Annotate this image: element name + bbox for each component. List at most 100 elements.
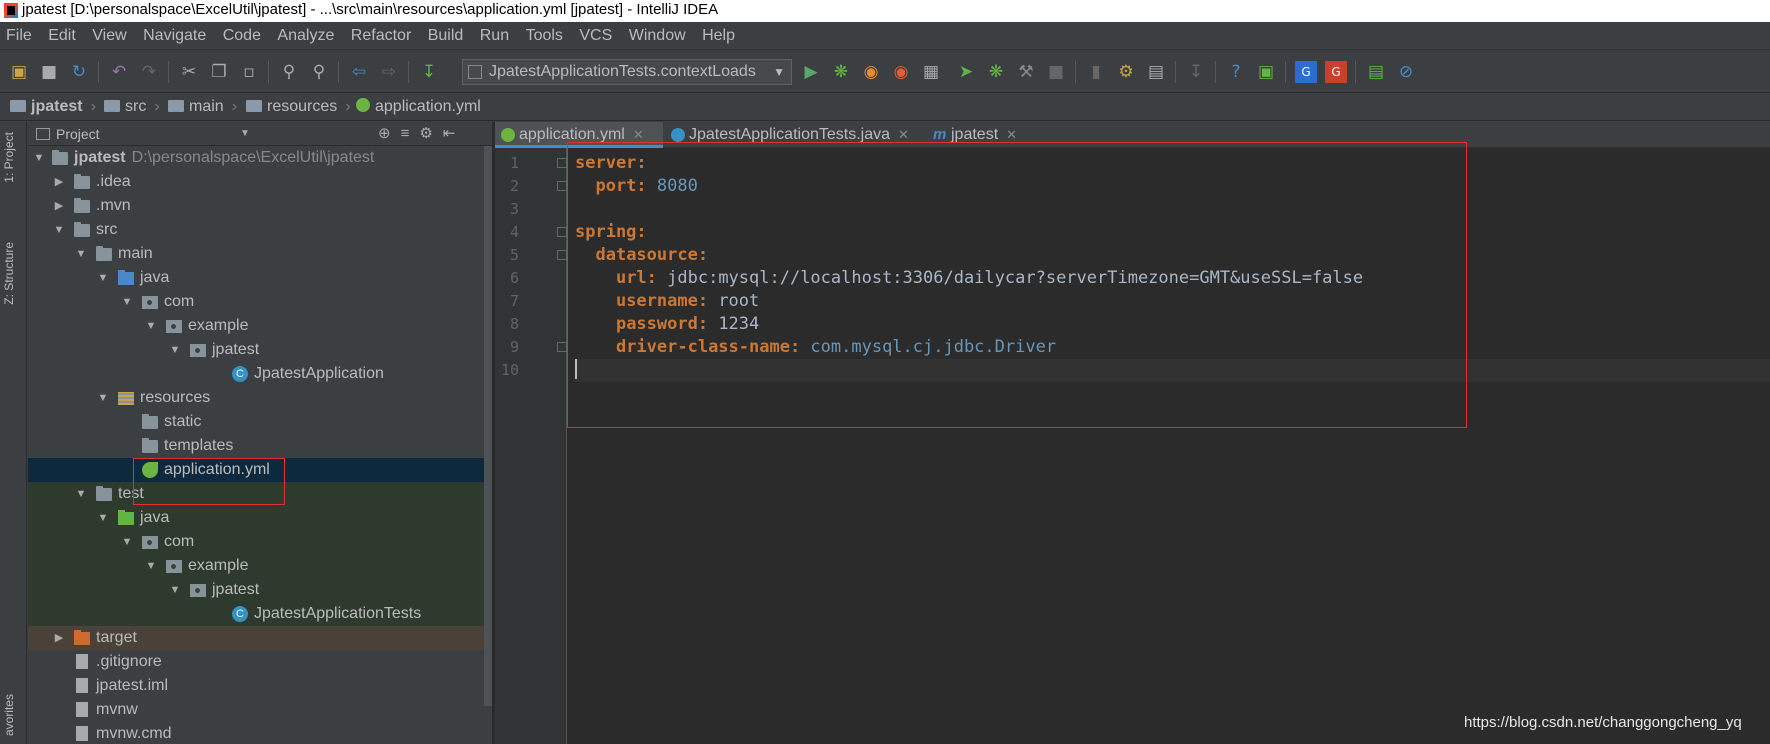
breadcrumb-item-application-yml[interactable]: application.yml: [356, 93, 481, 121]
fold-icon[interactable]: [557, 227, 567, 237]
fold-icon[interactable]: [557, 181, 567, 191]
power-save-icon[interactable]: ⊘: [1395, 61, 1417, 83]
paste-icon[interactable]: ▫: [238, 61, 260, 83]
replace-icon[interactable]: ⚲: [308, 61, 330, 83]
save-icon[interactable]: ■: [38, 61, 60, 83]
tree-item-target[interactable]: ▶ target: [28, 626, 492, 650]
tree-item-jpatest-package[interactable]: ▼ jpatest: [28, 338, 492, 362]
tree-item-mvnw[interactable]: mvnw: [28, 698, 492, 722]
project-view-icon: [36, 128, 50, 140]
menu-code[interactable]: Code: [217, 22, 267, 50]
redo-icon[interactable]: ↷: [138, 61, 160, 83]
concurrency-icon[interactable]: ▦: [920, 61, 942, 83]
cut-icon[interactable]: ✂: [178, 61, 200, 83]
tree-item-static[interactable]: static: [28, 410, 492, 434]
menu-edit[interactable]: Edit: [42, 22, 82, 50]
find-icon[interactable]: ⚲: [278, 61, 300, 83]
plugin-icon[interactable]: ▣: [1255, 61, 1277, 83]
tree-item-resources[interactable]: ▼ resources: [28, 386, 492, 410]
menu-analyze[interactable]: Analyze: [271, 22, 340, 50]
forward-icon[interactable]: ⇨: [378, 61, 400, 83]
help-icon[interactable]: ?: [1225, 61, 1247, 83]
translate-icon[interactable]: G: [1295, 61, 1317, 83]
menu-refactor[interactable]: Refactor: [345, 22, 417, 50]
translate-replace-icon[interactable]: G: [1325, 61, 1347, 83]
tab-favorites[interactable]: avorites: [2, 694, 16, 736]
close-icon[interactable]: ✕: [898, 127, 909, 142]
run-configuration-dropdown[interactable]: JpatestApplicationTests.contextLoads ▼: [462, 59, 792, 85]
class-icon: [671, 128, 685, 142]
build-icon[interactable]: ↧: [418, 61, 440, 83]
project-scrollbar[interactable]: [484, 146, 492, 706]
tree-item-test-jpatest[interactable]: ▼ jpatest: [28, 578, 492, 602]
tree-item-jpatest-application[interactable]: C JpatestApplication: [28, 362, 492, 386]
menu-run[interactable]: Run: [474, 22, 515, 50]
fold-icon[interactable]: [557, 250, 567, 260]
project-view-selector[interactable]: Project: [56, 126, 100, 142]
menu-view[interactable]: View: [86, 22, 132, 50]
jrebel-debug-icon[interactable]: ❋: [985, 61, 1007, 83]
tree-item-test-com[interactable]: ▼ com: [28, 530, 492, 554]
tree-item-templates[interactable]: templates: [28, 434, 492, 458]
attach-icon[interactable]: ▮: [1085, 61, 1107, 83]
back-icon[interactable]: ⇦: [348, 61, 370, 83]
tree-item-jpatest[interactable]: ▼ jpatest D:\personalspace\ExcelUtil\jpate…: [28, 146, 492, 170]
tab-structure[interactable]: Z: Structure: [2, 242, 16, 305]
jrebel-run-icon[interactable]: ➤: [955, 61, 977, 83]
menu-file[interactable]: File: [0, 22, 38, 50]
chevron-right-icon: ▶: [54, 200, 64, 212]
profile-icon[interactable]: ◉: [890, 61, 912, 83]
tree-item-gitignore[interactable]: .gitignore: [28, 650, 492, 674]
vcs-update-icon[interactable]: ↧: [1185, 61, 1207, 83]
stop-icon[interactable]: ■: [1045, 61, 1067, 83]
fold-icon[interactable]: [557, 342, 567, 352]
menu-navigate[interactable]: Navigate: [137, 22, 212, 50]
coverage-icon[interactable]: ◉: [860, 61, 882, 83]
breadcrumb-item-main[interactable]: main ›: [168, 93, 237, 121]
menu-window[interactable]: Window: [623, 22, 692, 50]
close-icon[interactable]: ✕: [633, 127, 644, 142]
tree-item-mvn[interactable]: ▶ .mvn: [28, 194, 492, 218]
line-number-gutter[interactable]: 1 2 3 4 5 6 7 8 9 10: [495, 148, 567, 744]
copy-icon[interactable]: ❐: [208, 61, 230, 83]
hide-icon[interactable]: ⇤: [443, 125, 466, 142]
breadcrumb-item-resources[interactable]: resources ›: [246, 93, 351, 121]
tree-item-jpatest-application-tests[interactable]: C JpatestApplicationTests: [28, 602, 492, 626]
tree-item-test-java[interactable]: ▼ java: [28, 506, 492, 530]
tree-item-main[interactable]: ▼ main: [28, 242, 492, 266]
monitor-icon[interactable]: ▤: [1365, 61, 1387, 83]
debug-icon[interactable]: ❋: [830, 61, 852, 83]
breadcrumb-item-src[interactable]: src ›: [104, 93, 160, 121]
close-icon[interactable]: ✕: [1006, 127, 1017, 142]
chevron-down-icon[interactable]: ▼: [240, 122, 250, 146]
menu-vcs[interactable]: VCS: [573, 22, 618, 50]
menu-tools[interactable]: Tools: [520, 22, 569, 50]
sync-icon[interactable]: ↻: [68, 61, 90, 83]
undo-icon[interactable]: ↶: [108, 61, 130, 83]
menu-build[interactable]: Build: [422, 22, 470, 50]
tree-item-src[interactable]: ▼ src: [28, 218, 492, 242]
project-structure-icon[interactable]: ⚙: [1115, 61, 1137, 83]
tree-item-test-example[interactable]: ▼ example: [28, 554, 492, 578]
menu-help[interactable]: Help: [696, 22, 741, 50]
tree-item-jpatest-iml[interactable]: jpatest.iml: [28, 674, 492, 698]
file-icon: [76, 702, 88, 717]
tree-item-com[interactable]: ▼ com: [28, 290, 492, 314]
open-folder-icon[interactable]: ▣: [8, 61, 30, 83]
tree-item-idea[interactable]: ▶ .idea: [28, 170, 492, 194]
collapse-all-icon[interactable]: ≡: [401, 125, 420, 142]
fold-icon[interactable]: [557, 158, 567, 168]
locate-icon[interactable]: ⊕: [378, 125, 401, 142]
tab-project[interactable]: 1: Project: [2, 132, 16, 183]
run-icon[interactable]: ▶: [800, 61, 822, 83]
project-panel-tools: ⊕≡⚙⇤: [378, 122, 465, 146]
tree-item-example[interactable]: ▼ example: [28, 314, 492, 338]
left-tool-window-strip: 1: Project Z: Structure avorites: [0, 122, 27, 744]
tree-item-mvnw-cmd[interactable]: mvnw.cmd: [28, 722, 492, 744]
breadcrumb-item-jpatest[interactable]: jpatest ›: [10, 93, 96, 121]
file-icon: [76, 726, 88, 741]
hammer-icon[interactable]: ⚒: [1015, 61, 1037, 83]
gear-icon[interactable]: ⚙: [419, 125, 442, 142]
tree-item-java[interactable]: ▼ java: [28, 266, 492, 290]
sdk-icon[interactable]: ▤: [1145, 61, 1167, 83]
